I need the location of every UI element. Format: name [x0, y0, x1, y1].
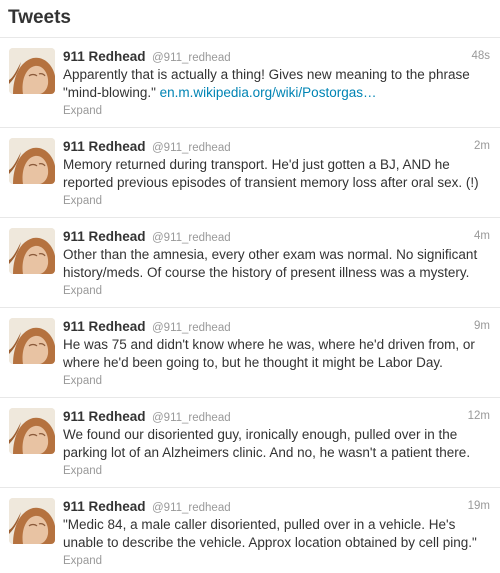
- author-handle[interactable]: @911_redhead: [152, 142, 231, 154]
- expand-link[interactable]: Expand: [63, 463, 490, 479]
- tweet-header: 911 Redhead @911_redhead 2m: [63, 138, 490, 155]
- author-handle[interactable]: @911_redhead: [152, 502, 231, 514]
- expand-link[interactable]: Expand: [63, 283, 490, 299]
- avatar[interactable]: [9, 318, 55, 364]
- tweet-timestamp[interactable]: 19m: [468, 498, 490, 515]
- author-name[interactable]: 911 Redhead: [63, 49, 146, 64]
- tweet-timestamp[interactable]: 2m: [474, 138, 490, 155]
- tweet-text-segment: unable to describe the vehicle. Approx l…: [63, 535, 477, 550]
- feed-title: Tweets: [8, 7, 72, 28]
- profile-photo-icon: [9, 138, 55, 184]
- profile-photo-icon: [9, 318, 55, 364]
- tweet-header: 911 Redhead @911_redhead 48s: [63, 48, 490, 65]
- author-name[interactable]: 911 Redhead: [63, 409, 146, 424]
- profile-photo-icon: [9, 498, 55, 544]
- tweet-text: Apparently that is actually a thing! Giv…: [63, 66, 490, 102]
- tweet-text-line: history/meds. Of course the history of p…: [63, 264, 490, 282]
- tweet-header: 911 Redhead @911_redhead 9m: [63, 318, 490, 335]
- tweet-item[interactable]: 911 Redhead @911_redhead 48s Apparently th…: [0, 38, 500, 128]
- feed-header: Tweets: [0, 0, 500, 38]
- author-name[interactable]: 911 Redhead: [63, 229, 146, 244]
- tweet-text-line: "mind-blowing." en.m.wikipedia.org/wiki/…: [63, 84, 490, 102]
- author-name[interactable]: 911 Redhead: [63, 319, 146, 334]
- tweet-text-line: We found our disoriented guy, ironically…: [63, 427, 458, 442]
- tweet-text: "Medic 84, a male caller disoriented, pu…: [63, 516, 490, 552]
- author-handle[interactable]: @911_redhead: [152, 322, 231, 334]
- tweet-item[interactable]: 911 Redhead @911_redhead 2m Memory returne…: [0, 128, 500, 218]
- tweet-text-segment: parking lot of an Alzheimers clinic. And…: [63, 445, 471, 460]
- tweet-timestamp[interactable]: 9m: [474, 318, 490, 335]
- tweet-header: 911 Redhead @911_redhead 19m: [63, 498, 490, 515]
- tweet-feed: Tweets 911 Redhead @911_redhead 48s Appare…: [0, 0, 500, 573]
- tweet-text-line: where he'd been going to, but he thought…: [63, 354, 490, 372]
- tweet-body: 911 Redhead @911_redhead 2m Memory returne…: [63, 138, 490, 209]
- tweet-text: We found our disoriented guy, ironically…: [63, 426, 490, 462]
- tweet-timestamp[interactable]: 12m: [468, 408, 490, 425]
- tweet-text: Memory returned during transport. He'd j…: [63, 156, 490, 192]
- author-handle[interactable]: @911_redhead: [152, 232, 231, 244]
- tweet-text: He was 75 and didn't know where he was, …: [63, 336, 490, 372]
- tweet-timestamp[interactable]: 48s: [471, 48, 490, 65]
- tweet-body: 911 Redhead @911_redhead 48s Apparently th…: [63, 48, 490, 119]
- tweet-timestamp[interactable]: 4m: [474, 228, 490, 245]
- tweet-item[interactable]: 911 Redhead @911_redhead 9m He was 75 and …: [0, 308, 500, 398]
- author-name[interactable]: 911 Redhead: [63, 499, 146, 514]
- profile-photo-icon: [9, 48, 55, 94]
- profile-photo-icon: [9, 228, 55, 274]
- expand-link[interactable]: Expand: [63, 103, 490, 119]
- tweet-text-line: Memory returned during transport. He'd j…: [63, 157, 450, 172]
- tweet-text-segment: reported previous episodes of transient …: [63, 175, 479, 190]
- expand-link[interactable]: Expand: [63, 373, 490, 389]
- avatar[interactable]: [9, 228, 55, 274]
- tweet-body: 911 Redhead @911_redhead 19m "Medic 84, a …: [63, 498, 490, 569]
- expand-link[interactable]: Expand: [63, 553, 490, 569]
- tweet-text-line: He was 75 and didn't know where he was, …: [63, 337, 475, 352]
- profile-photo-icon: [9, 408, 55, 454]
- tweet-header: 911 Redhead @911_redhead 12m: [63, 408, 490, 425]
- tweet-header: 911 Redhead @911_redhead 4m: [63, 228, 490, 245]
- avatar[interactable]: [9, 408, 55, 454]
- tweet-body: 911 Redhead @911_redhead 9m He was 75 and …: [63, 318, 490, 389]
- tweet-text-line: unable to describe the vehicle. Approx l…: [63, 534, 490, 552]
- tweet-item[interactable]: 911 Redhead @911_redhead 19m "Medic 84, a …: [0, 488, 500, 573]
- author-handle[interactable]: @911_redhead: [152, 412, 231, 424]
- tweet-text: Other than the amnesia, every other exam…: [63, 246, 490, 282]
- author-handle[interactable]: @911_redhead: [152, 52, 231, 64]
- avatar[interactable]: [9, 498, 55, 544]
- author-name[interactable]: 911 Redhead: [63, 139, 146, 154]
- tweet-list: 911 Redhead @911_redhead 48s Apparently th…: [0, 38, 500, 573]
- tweet-text-line: Other than the amnesia, every other exam…: [63, 247, 478, 262]
- avatar[interactable]: [9, 138, 55, 184]
- tweet-text-segment: where he'd been going to, but he thought…: [63, 355, 443, 370]
- expand-link[interactable]: Expand: [63, 193, 490, 209]
- tweet-item[interactable]: 911 Redhead @911_redhead 4m Other than the…: [0, 218, 500, 308]
- tweet-text-segment: history/meds. Of course the history of p…: [63, 265, 470, 280]
- tweet-text-segment: "mind-blowing.": [63, 85, 160, 100]
- tweet-link[interactable]: en.m.wikipedia.org/wiki/Postorgas…: [160, 85, 377, 100]
- tweet-text-line: parking lot of an Alzheimers clinic. And…: [63, 444, 490, 462]
- tweet-text-line: reported previous episodes of transient …: [63, 174, 490, 192]
- tweet-body: 911 Redhead @911_redhead 4m Other than the…: [63, 228, 490, 299]
- tweet-text-line: Apparently that is actually a thing! Giv…: [63, 67, 470, 82]
- tweet-item[interactable]: 911 Redhead @911_redhead 12m We found our …: [0, 398, 500, 488]
- tweet-body: 911 Redhead @911_redhead 12m We found our …: [63, 408, 490, 479]
- tweet-text-line: "Medic 84, a male caller disoriented, pu…: [63, 517, 456, 532]
- avatar[interactable]: [9, 48, 55, 94]
